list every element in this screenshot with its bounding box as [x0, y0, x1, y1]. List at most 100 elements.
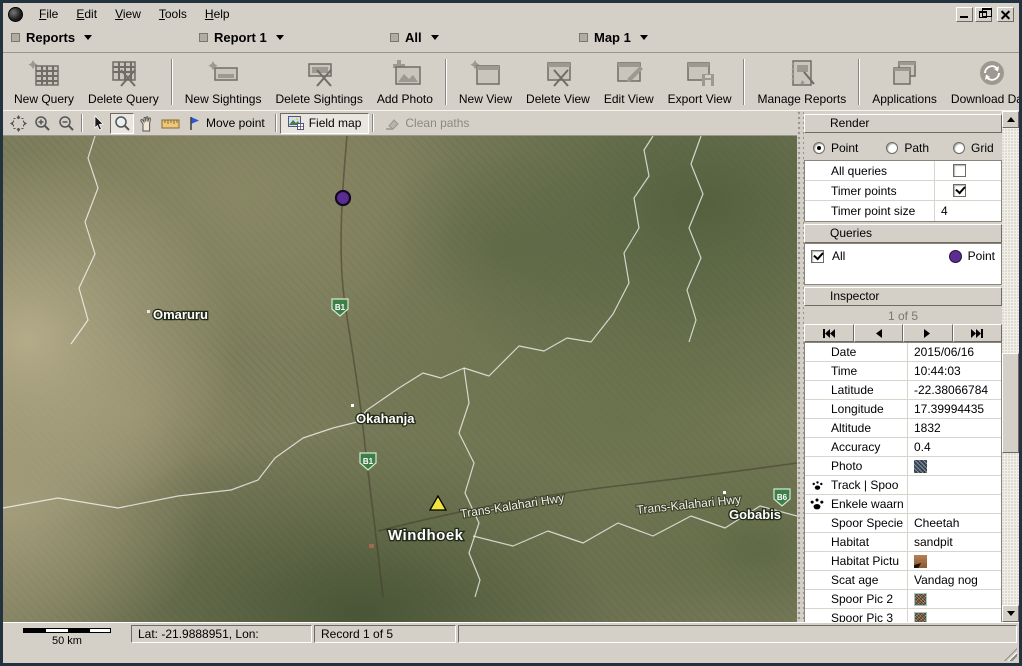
panel-splitter[interactable] [797, 111, 804, 622]
chevron-down-icon [431, 35, 439, 40]
inspector-row: Track | Spoo [805, 476, 1001, 495]
export-view-icon [683, 58, 717, 90]
timer-point-marker[interactable] [336, 191, 350, 205]
manage-reports-button[interactable]: Manage Reports [750, 56, 853, 108]
minimize-button[interactable] [956, 7, 973, 22]
menu-file[interactable]: File [30, 5, 67, 23]
close-button[interactable] [997, 7, 1014, 22]
previous-record-button[interactable] [854, 324, 904, 342]
next-record-button[interactable] [903, 324, 953, 342]
scroll-up-button[interactable] [1002, 111, 1019, 128]
new-query-label: New Query [14, 92, 74, 106]
timer-point-size-value[interactable]: 4 [935, 204, 1001, 218]
download-data-label: Download Data [951, 92, 1019, 106]
inspector-row: Time 10:44:03 [805, 362, 1001, 381]
map-toolbar-separator [81, 114, 83, 132]
zoom-in-icon [34, 115, 51, 132]
hand-icon [138, 115, 154, 132]
menu-help[interactable]: Help [196, 5, 239, 23]
radio-grid[interactable] [953, 142, 965, 154]
queries-section-title: Queries [830, 226, 872, 240]
zoom-tool-button[interactable] [110, 113, 134, 134]
edit-view-button[interactable]: Edit View [597, 56, 661, 108]
query-all-checkbox[interactable] [811, 250, 824, 263]
delete-view-button[interactable]: Delete View [519, 56, 597, 108]
route-shield-b1: B1 [332, 299, 348, 316]
triangle-down-icon [1007, 611, 1015, 616]
timer-points-checkbox[interactable] [953, 184, 966, 197]
delete-query-button[interactable]: Delete Query [81, 56, 166, 108]
new-sightings-button[interactable]: New Sightings [178, 56, 269, 108]
export-view-label: Export View [668, 92, 732, 106]
fit-extent-button[interactable] [6, 113, 30, 134]
queries-section-header[interactable]: Queries [804, 224, 1002, 243]
map-canvas[interactable]: Omaruru Okahanja Windhoek Gobabis Trans-… [3, 136, 797, 622]
zoom-in-button[interactable] [30, 113, 54, 134]
paw-icon [812, 480, 823, 491]
inspector-row: Latitude -22.38066784 [805, 381, 1001, 400]
field-value: Cheetah [908, 516, 1001, 530]
render-section-title: Render [830, 116, 869, 130]
export-view-button[interactable]: Export View [661, 56, 739, 108]
boundary-line [71, 136, 98, 344]
field-value: 2015/06/16 [908, 345, 1001, 359]
ruler-icon [161, 116, 180, 131]
radio-path[interactable] [886, 142, 898, 154]
scroll-down-button[interactable] [1002, 605, 1019, 622]
right-panel: Render Point Path Grid All queries [797, 111, 1019, 622]
inspector-row: Spoor Specie Cheetah [805, 514, 1001, 533]
query-selector[interactable]: All [390, 30, 439, 45]
zoom-out-button[interactable] [54, 113, 78, 134]
manage-reports-icon [784, 58, 820, 90]
toolbar-separator [858, 59, 860, 105]
render-section-header[interactable]: Render [804, 114, 1002, 133]
first-record-icon [822, 329, 835, 338]
select-tool-button[interactable] [86, 113, 110, 134]
report-selector-label: Report 1 [214, 30, 267, 45]
app-logo-icon [8, 7, 23, 22]
svg-text:B1: B1 [363, 457, 374, 466]
photo-thumbnail[interactable] [914, 460, 927, 473]
spoor-thumbnail[interactable] [914, 612, 927, 623]
all-queries-checkbox[interactable] [953, 164, 966, 177]
radio-point[interactable] [813, 142, 825, 154]
sighting-triangle-marker[interactable] [430, 496, 446, 510]
report-selector[interactable]: Report 1 [199, 30, 284, 45]
measure-tool-button[interactable] [158, 113, 182, 134]
menu-tools[interactable]: Tools [150, 5, 196, 23]
resize-grip[interactable] [1004, 648, 1017, 661]
last-record-button[interactable] [953, 324, 1003, 342]
first-record-button[interactable] [804, 324, 854, 342]
window-frame: File Edit View Tools Help Reports Report… [0, 0, 1022, 666]
menu-view[interactable]: View [106, 5, 150, 23]
field-value: 17.39994435 [908, 402, 1001, 416]
triangle-up-icon [1007, 117, 1015, 122]
add-photo-button[interactable]: Add Photo [370, 56, 440, 108]
pan-tool-button[interactable] [134, 113, 158, 134]
town-label-okahanja: Okahanja [356, 411, 415, 426]
queries-list: All Point [804, 243, 1002, 285]
map-selector[interactable]: Map 1 [579, 30, 648, 45]
download-data-button[interactable]: Download Data [944, 56, 1019, 108]
field-map-button[interactable]: Field map [280, 113, 370, 134]
move-point-button[interactable]: Move point [182, 113, 272, 134]
radio-point-label: Point [831, 141, 858, 155]
new-query-button[interactable]: New Query [7, 56, 81, 108]
reports-selector[interactable]: Reports [11, 30, 92, 45]
panel-scrollbar[interactable] [1002, 111, 1019, 622]
habitat-thumbnail[interactable] [914, 555, 927, 568]
new-view-button[interactable]: New View [452, 56, 519, 108]
spoor-thumbnail[interactable] [914, 593, 927, 606]
boundary-line [367, 136, 653, 410]
inspector-section-header[interactable]: Inspector [804, 287, 1002, 306]
applications-button[interactable]: Applications [865, 56, 944, 108]
delete-sightings-button[interactable]: Delete Sightings [268, 56, 369, 108]
scrollbar-thumb[interactable] [1002, 353, 1019, 453]
menu-edit[interactable]: Edit [67, 5, 106, 23]
map-toolbar-separator [275, 114, 277, 132]
magnifier-icon [114, 115, 131, 132]
inspector-row: Altitude 1832 [805, 419, 1001, 438]
restore-button[interactable] [975, 7, 992, 22]
field-map-icon [288, 116, 304, 130]
status-empty-section [458, 625, 1017, 643]
